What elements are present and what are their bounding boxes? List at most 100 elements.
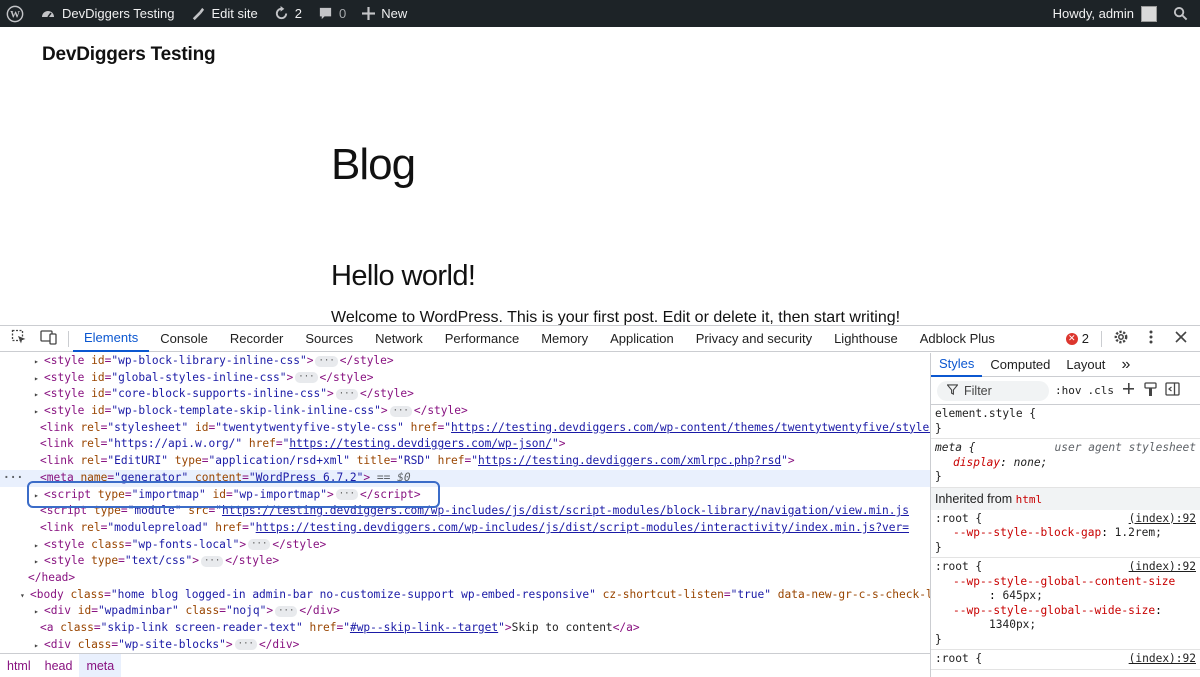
user-agent-label: user agent stylesheet xyxy=(1054,441,1196,454)
account-menu[interactable]: Howdy, admin xyxy=(1045,0,1165,27)
updates-icon xyxy=(274,6,289,21)
dom-node[interactable]: <link rel="https://api.w.org/" href="htt… xyxy=(0,436,930,453)
dom-node-markup: <link rel="stylesheet" id="twentytwentyf… xyxy=(40,420,930,434)
css-value: none; xyxy=(1013,455,1048,469)
dom-node[interactable]: <link rel="modulepreload" href="https://… xyxy=(0,520,930,537)
breadcrumb-head[interactable]: head xyxy=(38,654,80,677)
dom-node-markup: ▸ <style id="global-styles-inline-css"> ··… xyxy=(34,370,374,384)
tab-privacy-and-security[interactable]: Privacy and security xyxy=(685,326,823,352)
tab-memory[interactable]: Memory xyxy=(530,326,599,352)
rule-close-brace: } xyxy=(935,470,942,483)
rule-source-link[interactable]: (index):92 xyxy=(1129,652,1196,665)
tab-elements[interactable]: Elements xyxy=(73,326,150,352)
tab-adblock-plus[interactable]: Adblock Plus xyxy=(909,326,1006,352)
post-title[interactable]: Hello world! xyxy=(331,260,476,293)
inspect-element-button[interactable] xyxy=(4,326,34,352)
dom-node-markup: </head> xyxy=(28,570,76,584)
dom-node-markup: ▸ <div class="wp-site-blocks"> ··· </div> xyxy=(34,637,300,651)
error-counter[interactable]: ✕ 2 xyxy=(1058,331,1097,346)
dom-node[interactable]: <a class="skip-link screen-reader-text" … xyxy=(0,620,930,637)
dom-node[interactable]: ▸ <style id="core-block-supports-inline-c… xyxy=(0,386,930,403)
dom-node-markup: <link rel="EditURI" type="application/rs… xyxy=(40,454,795,468)
element-style-rule[interactable]: element.style { } xyxy=(931,405,1200,439)
styles-tab-computed[interactable]: Computed xyxy=(982,353,1058,377)
dom-node-markup: ▸ <style id="wp-block-template-skip-link-… xyxy=(34,404,468,418)
devtools-panel: Elements Console Recorder Sources Network Per… xyxy=(0,325,1200,677)
tab-console[interactable]: Console xyxy=(149,326,219,352)
dom-tree[interactable]: ▸ <style id="wp-block-library-inline-css"… xyxy=(0,353,930,652)
devtools-tabs: Elements Console Recorder Sources Network Per… xyxy=(73,326,1006,352)
edit-site-link[interactable]: Edit site xyxy=(182,0,265,27)
element-style-selector: element.style { xyxy=(935,407,1037,420)
paint-button[interactable] xyxy=(1144,381,1157,400)
comments-link[interactable]: 0 xyxy=(310,0,354,27)
wordpress-logo-icon: W xyxy=(6,5,24,23)
dom-node[interactable]: ▸ <style type="text/css"> ··· </style> xyxy=(0,553,930,570)
comment-icon xyxy=(318,6,333,21)
styles-tabs: Styles Computed Layout» xyxy=(931,353,1200,377)
dom-node-markup: ▸ <style type="text/css"> ··· </style> xyxy=(34,554,280,568)
new-content-menu[interactable]: New xyxy=(354,0,415,27)
hover-state-button[interactable]: :hov xyxy=(1055,384,1082,397)
howdy-label: Howdy, admin xyxy=(1052,6,1134,21)
wordpress-logo-menu[interactable]: W xyxy=(0,0,32,27)
svg-text:W: W xyxy=(10,9,20,20)
tab-network[interactable]: Network xyxy=(364,326,434,352)
settings-button[interactable] xyxy=(1106,326,1136,352)
post-excerpt: Welcome to WordPress. This is your first… xyxy=(331,309,901,325)
more-tabs-chevron-icon[interactable]: » xyxy=(1113,353,1138,377)
tab-recorder[interactable]: Recorder xyxy=(219,326,294,352)
dom-node[interactable]: ▸ <style id="wp-block-template-skip-link-… xyxy=(0,403,930,420)
rule-source-link[interactable]: (index):92 xyxy=(1129,512,1196,525)
dom-node[interactable]: ▾ <body class="home blog logged-in admin-… xyxy=(0,587,930,604)
site-name-menu[interactable]: DevDiggers Testing xyxy=(32,0,182,27)
admin-search[interactable] xyxy=(1165,0,1200,27)
tab-sources[interactable]: Sources xyxy=(294,326,364,352)
dom-node-markup: ▾ <body class="home blog logged-in admin-… xyxy=(20,587,930,601)
styles-tab-layout[interactable]: Layout xyxy=(1058,353,1113,377)
site-name-label: DevDiggers Testing xyxy=(62,6,175,21)
dom-node[interactable]: </head> xyxy=(0,570,930,587)
rule-source-link[interactable]: (index):92 xyxy=(1129,560,1196,573)
inherited-label: Inherited from xyxy=(935,491,1013,506)
class-toggle-button[interactable]: .cls xyxy=(1088,384,1115,397)
dom-node-markup: ▸ <style class="wp-fonts-local"> ··· </styl… xyxy=(34,537,327,551)
device-icon xyxy=(40,329,58,348)
highlight-annotation xyxy=(27,481,440,508)
tab-performance[interactable]: Performance xyxy=(434,326,530,352)
meta-ua-rule[interactable]: meta { user agent stylesheet display: no… xyxy=(931,439,1200,488)
new-rule-button[interactable] xyxy=(1122,382,1136,399)
root-rule-3[interactable]: :root { (index):92 xyxy=(931,650,1200,670)
more-options-button[interactable] xyxy=(1136,326,1166,352)
updates-link[interactable]: 2 xyxy=(266,0,310,27)
filter-input[interactable]: Filter xyxy=(937,380,1049,401)
inherited-tag-link[interactable]: html xyxy=(1016,493,1043,506)
css-value: 1340px; xyxy=(989,618,1037,631)
node-actions-icon[interactable]: ··· xyxy=(3,470,23,487)
site-title[interactable]: DevDiggers Testing xyxy=(42,44,216,66)
root-rule-2[interactable]: :root { (index):92 --wp--style--global--… xyxy=(931,558,1200,650)
tab-lighthouse[interactable]: Lighthouse xyxy=(823,326,909,352)
dom-node[interactable]: ▸ <style class="wp-fonts-local"> ··· </styl… xyxy=(0,537,930,554)
inspect-icon xyxy=(11,329,27,348)
breadcrumb-html[interactable]: html xyxy=(0,654,38,677)
dom-node[interactable]: ▸ <div id="wpadminbar" class="nojq"> ··· </… xyxy=(0,603,930,620)
styles-tab-styles[interactable]: Styles xyxy=(931,353,983,377)
css-property: --wp--style--global--content-size xyxy=(953,574,1176,588)
dom-node-markup: ▸ <style id="core-block-supports-inline-c… xyxy=(34,387,414,401)
device-toolbar-button[interactable] xyxy=(34,326,64,352)
breadcrumb-meta[interactable]: meta xyxy=(79,654,122,677)
edit-site-label: Edit site xyxy=(211,6,258,21)
toggle-sidebar-button[interactable] xyxy=(1165,382,1180,399)
dom-node[interactable]: <link rel="EditURI" type="application/rs… xyxy=(0,453,930,470)
close-devtools-button[interactable] xyxy=(1166,326,1196,352)
error-icon: ✕ xyxy=(1065,332,1078,345)
root-rule-1[interactable]: :root { (index):92 --wp--style--block-ga… xyxy=(931,510,1200,558)
dom-node[interactable]: <link rel="stylesheet" id="twentytwentyf… xyxy=(0,420,930,437)
css-property: --wp--style--block-gap xyxy=(953,526,1102,539)
tab-application[interactable]: Application xyxy=(599,326,685,352)
dom-node[interactable]: ▸ <style id="wp-block-library-inline-css"… xyxy=(0,353,930,370)
dom-node[interactable]: ▸ <style id="global-styles-inline-css"> ··… xyxy=(0,370,930,387)
plus-icon xyxy=(362,7,376,20)
dom-node[interactable]: ▸ <div class="wp-site-blocks"> ··· </div> xyxy=(0,637,930,652)
